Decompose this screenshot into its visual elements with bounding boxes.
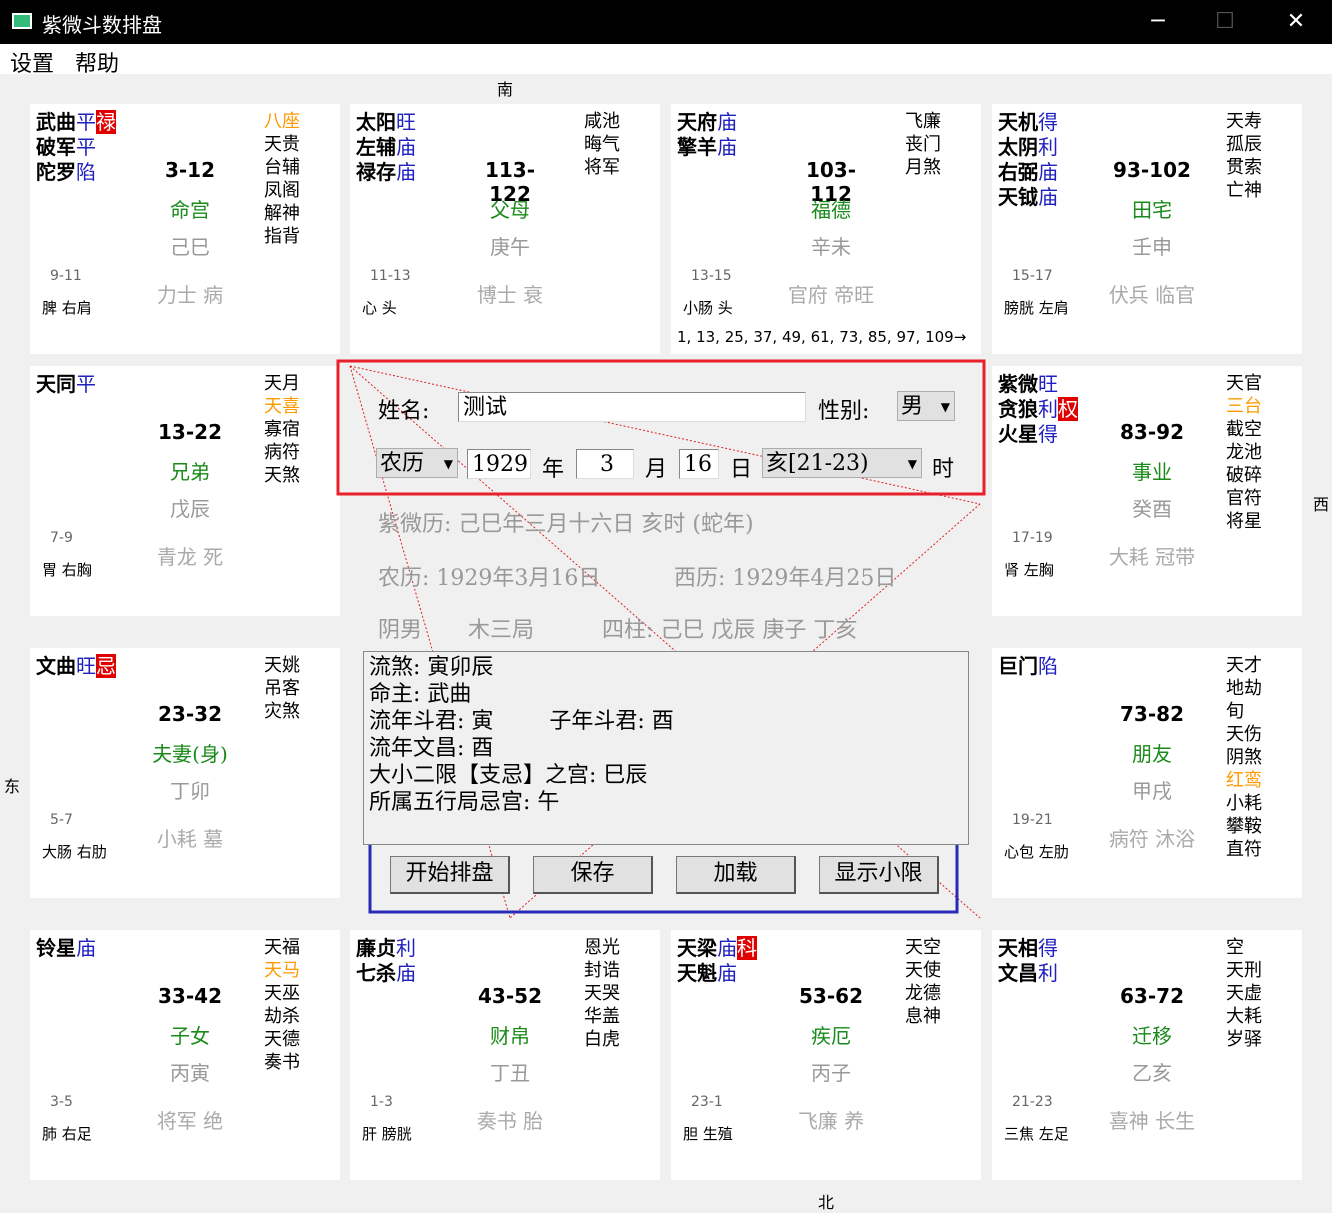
calendar-select[interactable]: 农历 ▼ [376, 448, 458, 478]
info-box: 流煞: 寅卯辰 命主: 武曲 流年斗君: 寅 子年斗君: 酉 流年文昌: 酉 大… [363, 651, 969, 845]
ziwei-date: 紫微历: 己巳年三月十六日 亥时 (蛇年) [378, 512, 754, 537]
month-label: 月 [645, 457, 668, 482]
name-input[interactable]: 测试 [458, 392, 806, 422]
day-input[interactable]: 16 [679, 449, 719, 479]
info-line: 流年斗君: 寅 子年斗君: 酉 [369, 709, 674, 734]
load-button[interactable]: 加载 [676, 856, 796, 894]
info-line: 所属五行局忌宫: 午 [369, 790, 560, 815]
info-line: 大小二限【支忌】之宫: 巳辰 [369, 763, 648, 788]
solar-date: 西历: 1929年4月25日 [674, 566, 897, 591]
month-input[interactable]: 3 [576, 449, 634, 479]
five-element-ju: 木三局 [468, 618, 535, 643]
calendar-value: 农历 [380, 451, 425, 476]
start-chart-button[interactable]: 开始排盘 [390, 856, 510, 894]
hour-label: 时 [932, 457, 955, 482]
four-pillars: 四柱: 己巳 戊辰 庚子 丁亥 [602, 618, 858, 643]
yinyang: 阴男 [378, 618, 423, 643]
show-xiaoxian-button[interactable]: 显示小限 [819, 856, 939, 894]
day-label: 日 [730, 457, 753, 482]
year-input[interactable]: 1929 [467, 449, 531, 479]
gender-value: 男 [901, 394, 924, 419]
decorative-lines [336, 359, 986, 919]
lunar-date: 农历: 1929年3月16日 [378, 566, 601, 591]
gender-label: 性别: [818, 399, 870, 424]
hour-select[interactable]: 亥[21-23) ▼ [762, 448, 922, 478]
dropdown-arrow-icon: ▼ [443, 457, 453, 471]
hour-value: 亥[21-23) [766, 451, 869, 476]
year-label: 年 [542, 457, 565, 482]
save-button[interactable]: 保存 [533, 856, 653, 894]
info-line: 流年文昌: 酉 [369, 736, 494, 761]
name-label: 姓名: [378, 399, 430, 424]
gender-select[interactable]: 男 ▼ [897, 391, 955, 421]
info-line: 命主: 武曲 [369, 682, 472, 707]
dropdown-arrow-icon: ▼ [940, 400, 950, 414]
dropdown-arrow-icon: ▼ [907, 457, 917, 471]
info-line: 流煞: 寅卯辰 [369, 655, 494, 680]
